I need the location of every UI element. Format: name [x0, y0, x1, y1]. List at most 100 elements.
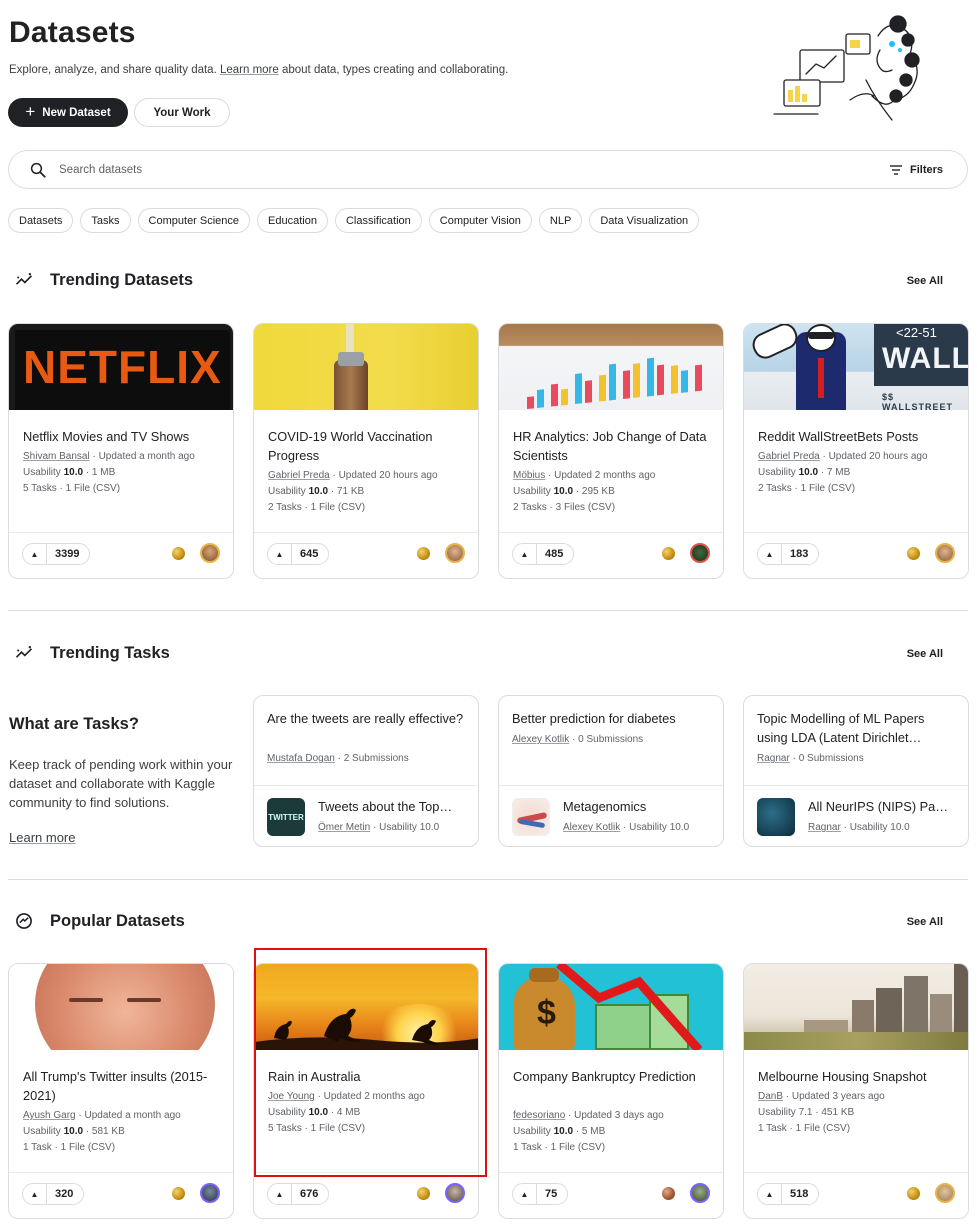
upvote-button[interactable]: ▲ 676 [267, 1183, 330, 1205]
dataset-author-link[interactable]: Joe Young [268, 1091, 315, 1102]
dataset-files-line: 2 Tasks · 1 File (CSV) [758, 483, 856, 494]
task-title[interactable]: Better prediction for diabetes [512, 709, 712, 728]
task-title[interactable]: Topic Modelling of ML Papers using LDA (… [757, 709, 957, 747]
hero-illustration [773, 15, 920, 121]
trending-tasks-see-all[interactable]: See All [907, 648, 943, 660]
dataset-card[interactable]: $ Company Bankruptcy Prediction fedesori… [498, 963, 724, 1219]
dataset-title[interactable]: Melbourne Housing Snapshot [758, 1067, 958, 1086]
dataset-title[interactable]: Company Bankruptcy Prediction [513, 1067, 713, 1086]
upvote-arrow-icon: ▲ [268, 1184, 292, 1204]
your-work-button[interactable]: Your Work [134, 98, 230, 127]
chip-nlp[interactable]: NLP [538, 208, 583, 233]
dataset-author-line: DanB · Updated 3 years ago [758, 1091, 885, 1102]
task-author-link[interactable]: Alexey Kotlik [512, 734, 569, 745]
chip-data-visualization[interactable]: Data Visualization [589, 208, 700, 233]
dataset-usability-line: Usability 10.0 · 5 MB [513, 1126, 606, 1137]
chip-education[interactable]: Education [257, 208, 328, 233]
dataset-author-link[interactable]: Gabriel Preda [758, 451, 820, 462]
dataset-card[interactable]: HR Analytics: Job Change of Data Scienti… [498, 323, 724, 579]
dataset-title[interactable]: Rain in Australia [268, 1067, 468, 1086]
dataset-author-link[interactable]: Möbius [513, 470, 545, 481]
task-dataset-meta: Alexey Kotlik · Usability 10.0 [563, 822, 690, 833]
dataset-thumbnail: $ [499, 964, 723, 1050]
gold-medal-icon [907, 1187, 920, 1200]
avatar[interactable] [200, 543, 220, 563]
upvote-button[interactable]: ▲ 518 [757, 1183, 820, 1205]
upvote-button[interactable]: ▲ 183 [757, 543, 820, 565]
trending-datasets-see-all[interactable]: See All [907, 275, 943, 287]
task-author-link[interactable]: Mustafa Dogan [267, 753, 335, 764]
avatar[interactable] [445, 543, 465, 563]
chip-computer-vision[interactable]: Computer Vision [428, 208, 532, 233]
task-card[interactable]: Are the tweets are really effective? Mus… [253, 695, 479, 847]
dataset-title[interactable]: All Trump's Twitter insults (2015-2021) [23, 1067, 223, 1105]
dataset-card[interactable]: Rain in Australia Joe Young · Updated 2 … [253, 963, 479, 1219]
dataset-author-link[interactable]: Ayush Garg [23, 1110, 76, 1121]
dataset-usability-line: Usability 10.0 · 7 MB [758, 467, 851, 478]
task-dataset-name[interactable]: Tweets about the Top… [318, 799, 468, 814]
upvote-arrow-icon: ▲ [758, 1184, 782, 1204]
chip-classification[interactable]: Classification [334, 208, 422, 233]
learn-more-link[interactable]: Learn more [220, 64, 279, 76]
tasks-learn-more-link[interactable]: Learn more [9, 830, 75, 845]
gold-medal-icon [907, 547, 920, 560]
dataset-title[interactable]: HR Analytics: Job Change of Data Scienti… [513, 427, 713, 465]
dataset-author-line: Ayush Garg · Updated a month ago [23, 1110, 181, 1121]
upvote-button[interactable]: ▲ 3399 [22, 543, 91, 565]
task-card[interactable]: Better prediction for diabetes Alexey Ko… [498, 695, 724, 847]
gold-medal-icon [662, 547, 675, 560]
dataset-card[interactable]: All Trump's Twitter insults (2015-2021) … [8, 963, 234, 1219]
upvote-button[interactable]: ▲ 320 [22, 1183, 85, 1205]
popular-datasets-see-all[interactable]: See All [907, 916, 943, 928]
task-title[interactable]: Are the tweets are really effective? [267, 709, 467, 728]
upvote-button[interactable]: ▲ 645 [267, 543, 330, 565]
dataset-title[interactable]: COVID-19 World Vaccination Progress [268, 427, 468, 465]
filters-button[interactable]: Filters [889, 164, 943, 176]
task-dataset-author-link[interactable]: Ragnar [808, 822, 841, 833]
dataset-thumbnail [9, 964, 233, 1050]
dataset-card[interactable]: WALL <22-51 $$ WALLSTREET Reddit WallStr… [743, 323, 969, 579]
task-dataset-author-link[interactable]: Ömer Metin [318, 822, 370, 833]
avatar[interactable] [690, 543, 710, 563]
new-dataset-button[interactable]: + New Dataset [8, 98, 128, 127]
section-divider [8, 610, 968, 611]
card-footer: ▲ 676 [254, 1172, 478, 1218]
search-bar[interactable]: Filters [8, 150, 968, 189]
dataset-usability-line: Usability 10.0 · 4 MB [268, 1107, 361, 1118]
dataset-author-link[interactable]: Shivam Bansal [23, 451, 90, 462]
dataset-files-line: 1 Task · 1 File (CSV) [23, 1142, 116, 1153]
gold-medal-icon [417, 547, 430, 560]
dataset-title[interactable]: Netflix Movies and TV Shows [23, 427, 223, 446]
gold-medal-icon [172, 547, 185, 560]
task-dataset-name[interactable]: All NeurIPS (NIPS) Pa… [808, 799, 958, 814]
dataset-usability-line: Usability 10.0 · 295 KB [513, 486, 615, 497]
avatar[interactable] [935, 1183, 955, 1203]
task-author-link[interactable]: Ragnar [757, 753, 790, 764]
avatar[interactable] [445, 1183, 465, 1203]
avatar[interactable] [935, 543, 955, 563]
avatar[interactable] [200, 1183, 220, 1203]
task-card-divider [744, 785, 968, 786]
search-input[interactable] [59, 163, 889, 176]
dataset-card[interactable]: Melbourne Housing Snapshot DanB · Update… [743, 963, 969, 1219]
dataset-author-link[interactable]: fedesoriano [513, 1110, 565, 1121]
upvote-button[interactable]: ▲ 75 [512, 1183, 569, 1205]
avatar[interactable] [690, 1183, 710, 1203]
dataset-author-link[interactable]: DanB [758, 1091, 783, 1102]
dataset-author-link[interactable]: Gabriel Preda [268, 470, 330, 481]
card-footer: ▲ 3399 [9, 532, 233, 578]
dataset-card[interactable]: COVID-19 World Vaccination Progress Gabr… [253, 323, 479, 579]
dataset-usability-line: Usability 10.0 · 581 KB [23, 1126, 125, 1137]
task-dataset-name[interactable]: Metagenomics [563, 799, 713, 814]
task-dataset-author-link[interactable]: Alexey Kotlik [563, 822, 620, 833]
chip-computer-science[interactable]: Computer Science [137, 208, 251, 233]
chip-datasets[interactable]: Datasets [8, 208, 74, 233]
task-card[interactable]: Topic Modelling of ML Papers using LDA (… [743, 695, 969, 847]
dataset-card[interactable]: NETFLIX Netflix Movies and TV Shows Shiv… [8, 323, 234, 579]
upvote-button[interactable]: ▲ 485 [512, 543, 575, 565]
dataset-title[interactable]: Reddit WallStreetBets Posts [758, 427, 958, 446]
dataset-usability-line: Usability 7.1 · 451 KB [758, 1107, 855, 1118]
netflix-logo-text: NETFLIX [23, 341, 222, 393]
popular-datasets-heading: Popular Datasets [14, 911, 185, 931]
chip-tasks[interactable]: Tasks [80, 208, 131, 233]
